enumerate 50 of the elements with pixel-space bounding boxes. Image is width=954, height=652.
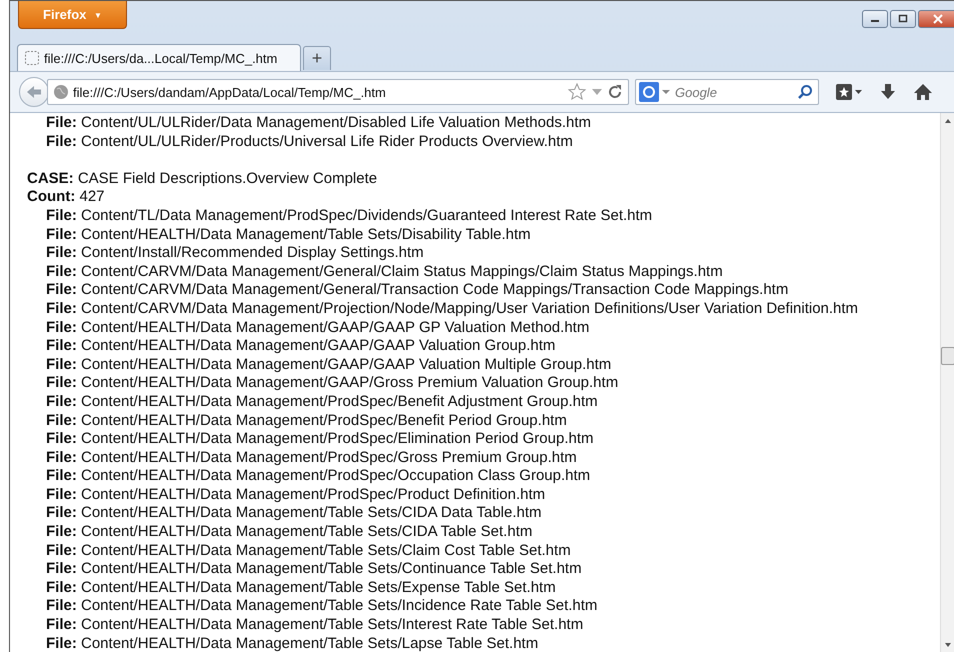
- list-line: CASE: CASE Field Descriptions.Overview Complete: [27, 170, 378, 188]
- list-line: File: Content/HEALTH/Data Management/Table Sets/Claim Cost Table Set.htm: [46, 542, 571, 560]
- list-line: File: Content/HEALTH/Data Management/GAAP/GAAP GP Valuation Method.htm: [46, 318, 590, 338]
- reload-icon[interactable]: [607, 84, 623, 100]
- maximize-icon: [897, 14, 909, 24]
- list-line: File: Content/CARVM/Data Management/General/Transaction Code Mappings/Transaction Code Mappings.htm: [46, 281, 788, 300]
- download-icon[interactable]: [879, 83, 897, 101]
- list-line: File: Content/CARVM/Data Management/General/Claim Status Mappings/Claim Status Mappings.htm: [46, 262, 723, 282]
- back-arrow-icon: [25, 84, 43, 100]
- list-line: File: Content/HEALTH/Data Management/Table Sets/Continuance Table Set.htm: [46, 560, 582, 579]
- list-line: File: Content/HEALTH/Data Management/ProdSpec/Product Definition.htm: [46, 486, 546, 504]
- list-line: Count: 427: [27, 188, 105, 207]
- bookmarks-icon[interactable]: [835, 83, 863, 101]
- search-icon[interactable]: [797, 84, 813, 100]
- maximize-button[interactable]: [890, 10, 916, 28]
- list-line: File: Content/HEALTH/Data Management/ProdSpec/Benefit Period Group.htm: [46, 412, 567, 430]
- address-bar[interactable]: file:///C:/Users/dandam/AppData/Local/Temp/MC_.htm: [47, 79, 629, 105]
- list-line: File: Content/HEALTH/Data Management/GAAP/GAAP Valuation Multiple Group.htm: [46, 356, 612, 374]
- search-engine-icon[interactable]: [639, 82, 659, 102]
- list-line: File: Content/HEALTH/Data Management/ProdSpec/Gross Premium Group.htm: [46, 448, 577, 468]
- globe-icon: [53, 84, 69, 100]
- list-line: File: Content/UL/ULRider/Data Management/Disabled Life Valuation Methods.htm: [46, 114, 592, 133]
- browser-tab[interactable]: file:///C:/Users/da...Local/Temp/MC_.htm: [17, 44, 301, 71]
- dropdown-icon[interactable]: [662, 89, 670, 95]
- scrollbar[interactable]: [940, 113, 954, 652]
- list-line: File: Content/HEALTH/Data Management/GAAP/GAAP Valuation Group.htm: [46, 337, 556, 356]
- list-line: File: Content/HEALTH/Data Management/Table Sets/Interest Rate Table Set.htm: [46, 616, 584, 635]
- list-line: File: Content/HEALTH/Data Management/Table Sets/Incidence Rate Table Set.htm: [46, 597, 598, 616]
- list-line: File: Content/HEALTH/Data Management/Table Sets/Disability Table.htm: [46, 226, 531, 244]
- close-icon: [932, 14, 944, 24]
- list-line: File: Content/HEALTH/Data Management/ProdSpec/Occupation Class Group.htm: [46, 467, 590, 486]
- search-field[interactable]: Google: [635, 79, 819, 105]
- list-line: File: Content/UL/ULRider/Products/Universal Life Rider Products Overview.htm: [46, 132, 573, 152]
- list-line: File: Content/HEALTH/Data Management/Table Sets/CIDA Data Table.htm: [46, 504, 542, 524]
- new-tab-button[interactable]: +: [303, 46, 331, 70]
- list-line: File: Content/HEALTH/Data Management/GAAP/Gross Premium Valuation Group.htm: [46, 374, 618, 393]
- list-line: File: Content/HEALTH/Data Management/Table Sets/Lapse Table Set.htm: [46, 634, 538, 652]
- list-line: File: Content/HEALTH/Data Management/ProdSpec/Elimination Period Group.htm: [46, 430, 594, 449]
- star-icon[interactable]: [567, 82, 587, 102]
- list-line: File: Content/Install/Recommended Display Settings.htm: [46, 244, 424, 263]
- scroll-thumb[interactable]: [941, 347, 954, 365]
- list-line: File: Content/TL/Data Management/ProdSpec/Dividends/Guaranteed Interest Rate Set.htm: [46, 206, 652, 226]
- list-line: File: Content/HEALTH/Data Management/Table Sets/CIDA Table Set.htm: [46, 523, 532, 542]
- minimize-button[interactable]: [862, 10, 888, 28]
- list-line: File: Content/HEALTH/Data Management/Table Sets/Expense Table Set.htm: [46, 578, 556, 598]
- close-button[interactable]: [918, 10, 954, 28]
- page-icon: [24, 50, 40, 66]
- list-line: File: Content/CARVM/Data Management/Projection/Node/Mapping/User Variation Definitions/User Variation Definition.htm: [46, 300, 858, 319]
- home-icon[interactable]: [913, 83, 933, 101]
- list-line: File: Content/HEALTH/Data Management/ProdSpec/Benefit Adjustment Group.htm: [46, 392, 598, 412]
